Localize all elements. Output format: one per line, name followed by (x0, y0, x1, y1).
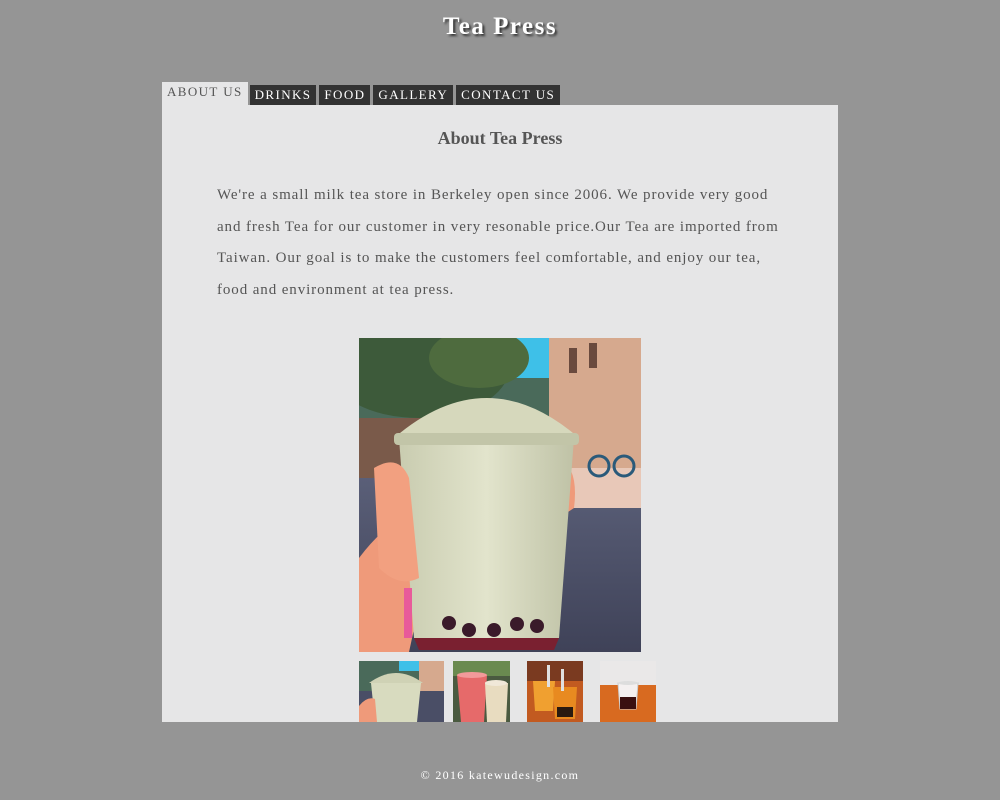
main-nav: ABOUT US DRINKS FOOD GALLERY CONTACT US (162, 82, 563, 105)
gallery-thumbnail[interactable] (600, 661, 656, 722)
tab-contact-us[interactable]: CONTACT US (456, 85, 561, 105)
content-panel: About Tea Press We're a small milk tea s… (162, 105, 838, 722)
gallery-thumbnail[interactable] (359, 661, 444, 722)
tab-drinks[interactable]: DRINKS (249, 85, 317, 105)
page-heading: About Tea Press (437, 128, 563, 148)
gallery-thumbnail[interactable] (453, 661, 510, 722)
tab-food[interactable]: FOOD (319, 85, 371, 105)
gallery-thumbnail[interactable] (527, 661, 583, 722)
footer-copyright: © 2016 katewudesign.com (420, 768, 580, 782)
tab-gallery[interactable]: GALLERY (373, 85, 454, 105)
site-title: Tea Press (442, 13, 558, 40)
main-photo (359, 338, 641, 652)
intro-paragraph: We're a small milk tea store in Berkeley… (217, 187, 779, 298)
tab-about-us[interactable]: ABOUT US (162, 82, 248, 105)
